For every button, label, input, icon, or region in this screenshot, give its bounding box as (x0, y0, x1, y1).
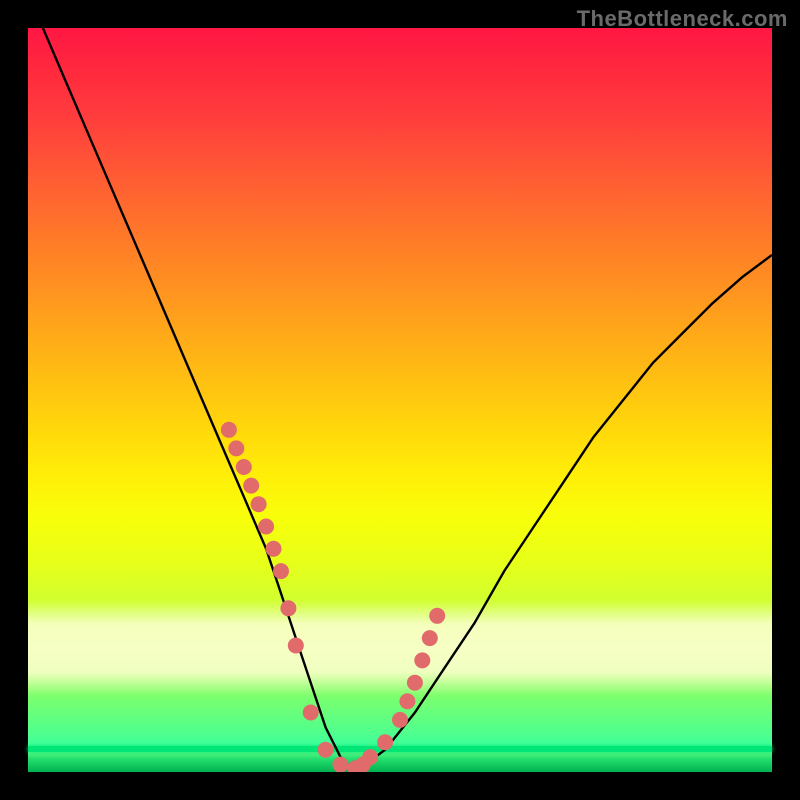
chart-plot-area (28, 28, 772, 772)
chart-frame: TheBottleneck.com (0, 0, 800, 800)
watermark-text: TheBottleneck.com (577, 6, 788, 32)
